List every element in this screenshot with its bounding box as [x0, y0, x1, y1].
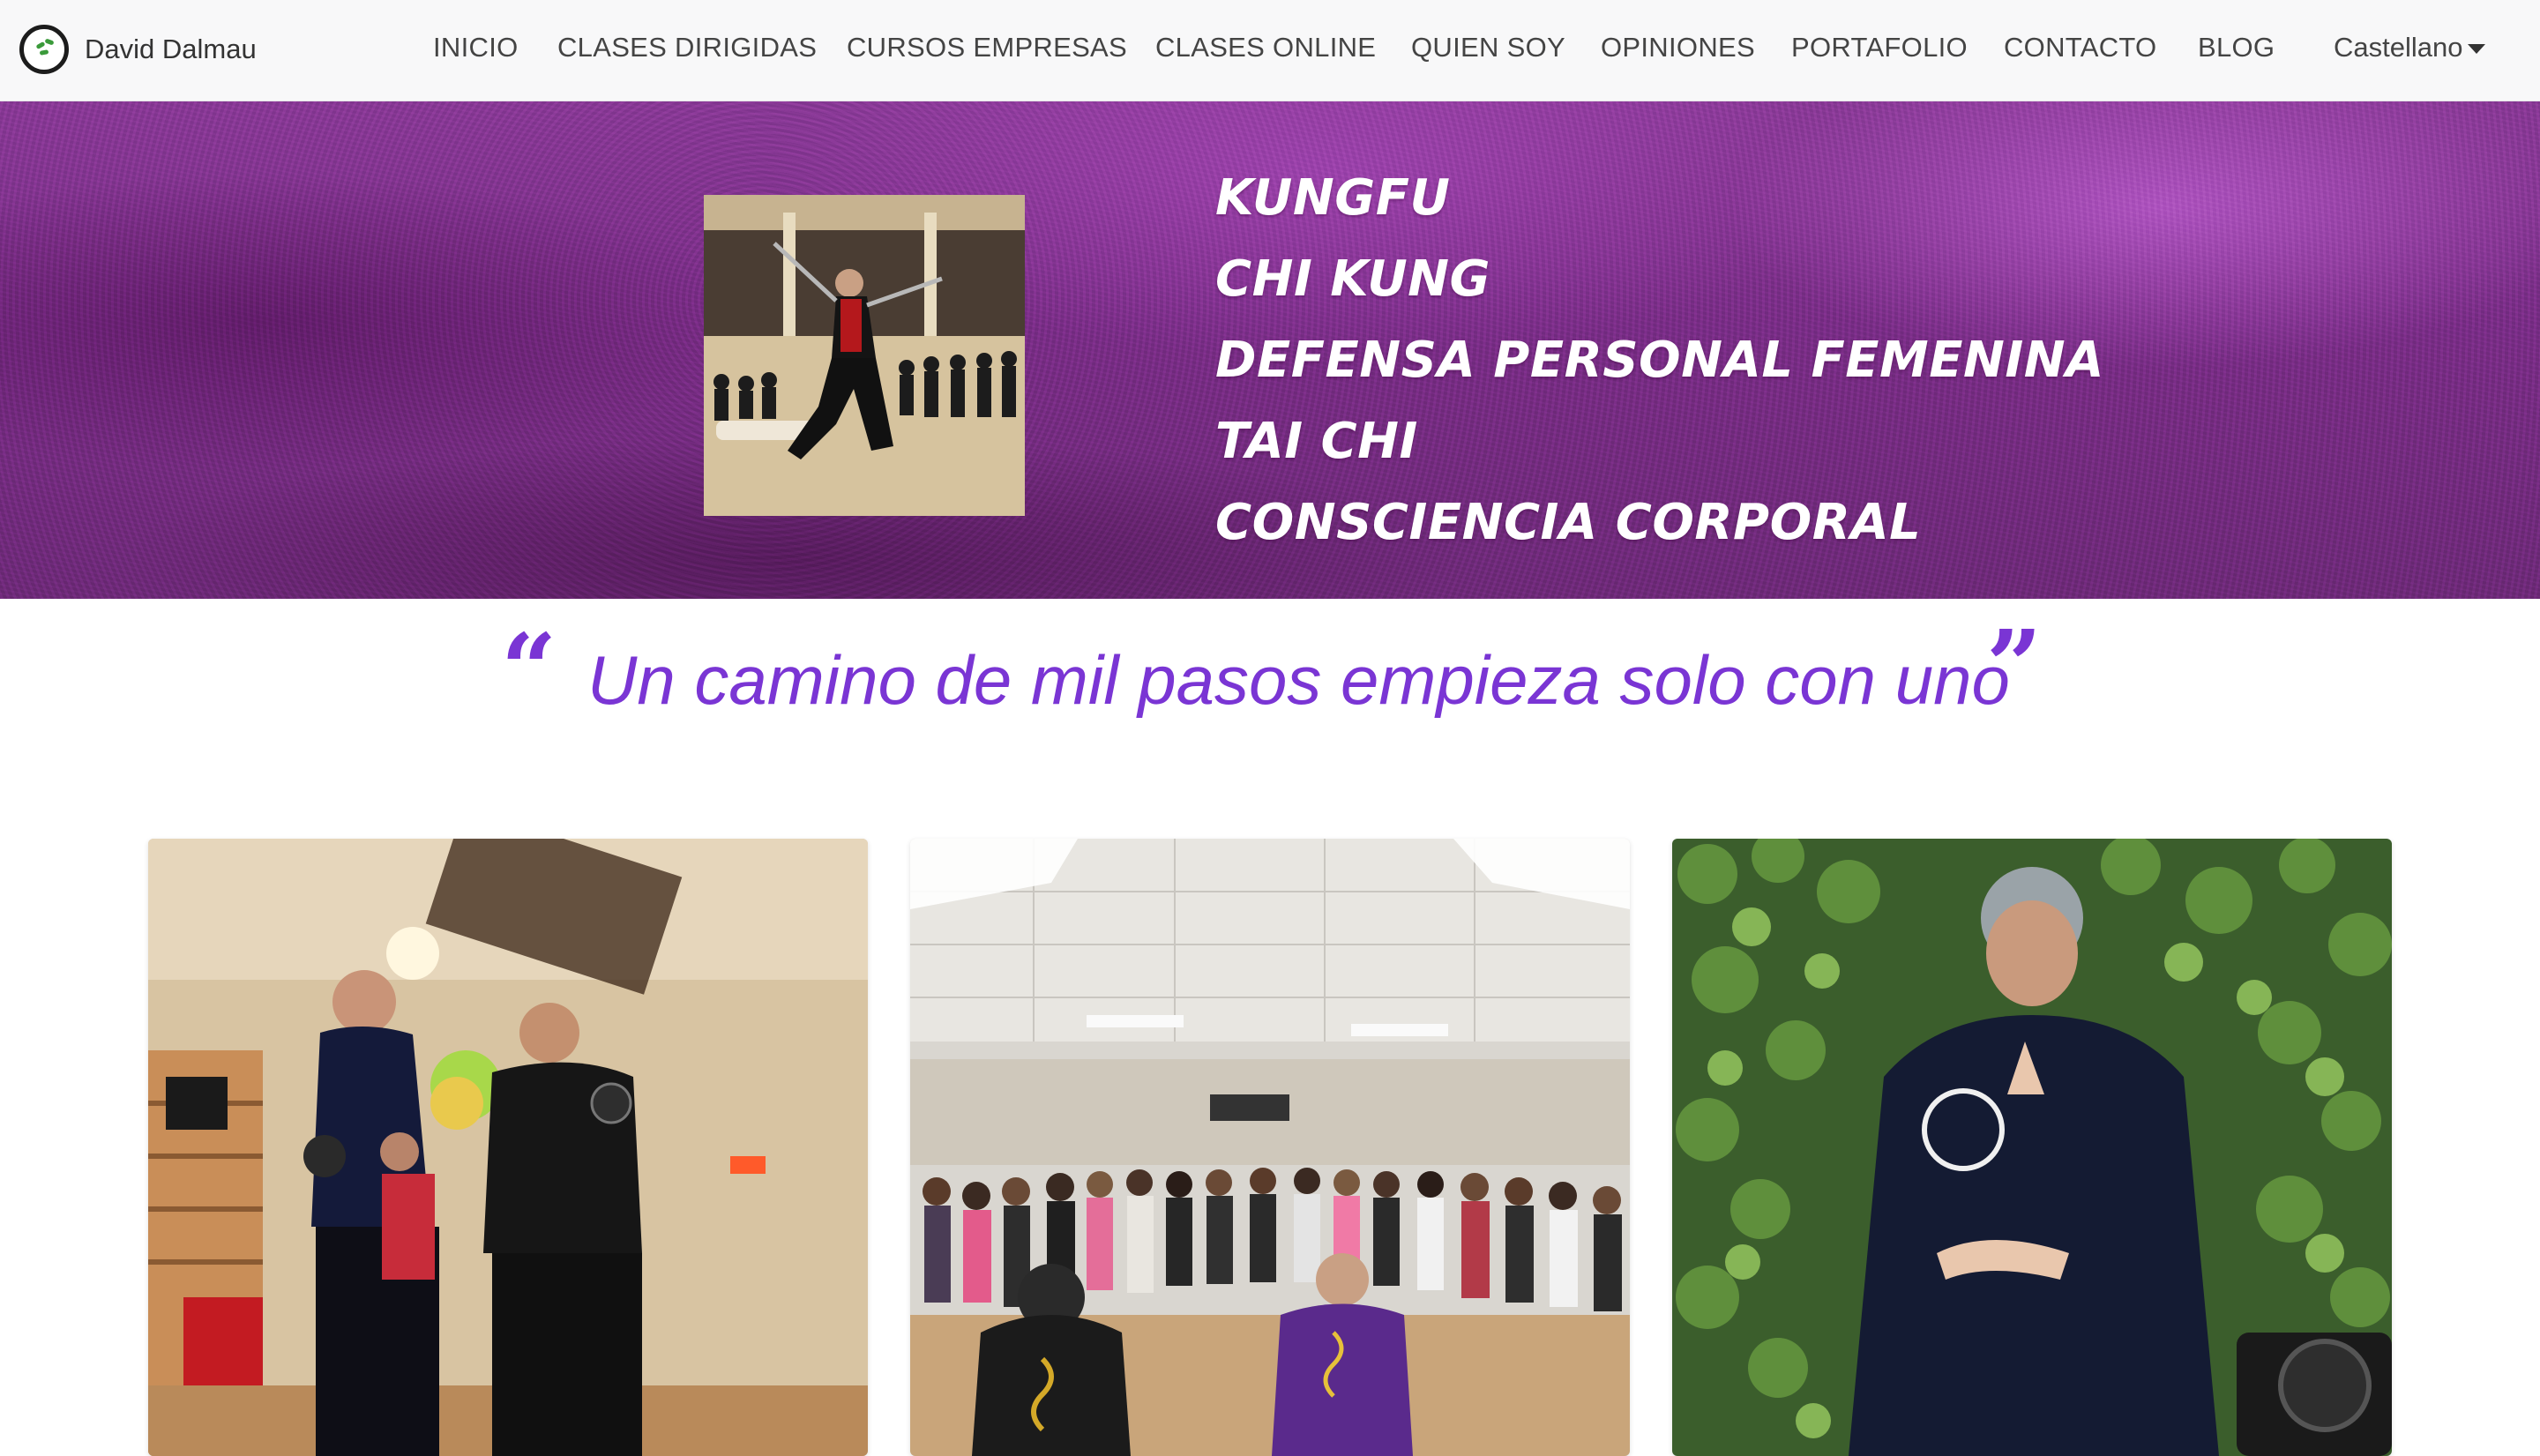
photo-card-tai-chi[interactable] — [1672, 839, 2392, 1456]
tai-chi-photo — [1672, 839, 2392, 1456]
quote-section: “ Un camino de mil pasos empieza solo co… — [0, 617, 2540, 723]
photo-card-kungfu-class[interactable] — [148, 839, 868, 1456]
martial-artist-photo-art — [704, 195, 1025, 516]
hero-martial-artist-photo — [704, 195, 1025, 516]
disciplines-list: KUNGFU CHI KUNG DEFENSA PERSONAL FEMENIN… — [1215, 158, 2104, 564]
kungfu-class-photo — [148, 839, 868, 1456]
discipline-kungfu: KUNGFU — [1215, 169, 1451, 227]
nav-item-clases-dirigidas[interactable]: CLASES DIRIGIDAS — [557, 32, 817, 63]
caret-down-icon — [2468, 44, 2486, 55]
nav-item-contacto[interactable]: CONTACTO — [2004, 32, 2156, 63]
nav-item-quien-soy[interactable]: QUIEN SOY — [1411, 32, 1565, 63]
language-label: Castellano — [2334, 32, 2463, 63]
nav-item-inicio[interactable]: INICIO — [433, 32, 519, 63]
nav-item-blog[interactable]: BLOG — [2198, 32, 2275, 63]
nav-item-clases-online[interactable]: CLASES ONLINE — [1155, 32, 1376, 63]
quote-text: Un camino de mil pasos empieza solo con … — [587, 641, 2010, 719]
navbar: David Dalmau INICIO CLASES DIRIGIDAS CUR… — [0, 0, 2540, 101]
group-class-photo — [910, 839, 1630, 1456]
close-quote-icon: ” — [1986, 609, 2043, 722]
main-nav: INICIO CLASES DIRIGIDAS CURSOS EMPRESAS … — [0, 0, 2540, 101]
discipline-defensa-personal: DEFENSA PERSONAL FEMENINA — [1215, 332, 2104, 389]
nav-item-portafolio[interactable]: PORTAFOLIO — [1791, 32, 1968, 63]
open-quote-icon: “ — [501, 612, 557, 726]
language-dropdown[interactable]: Castellano — [2334, 32, 2486, 63]
photo-card-group-class[interactable] — [910, 839, 1630, 1456]
discipline-tai-chi: TAI CHI — [1215, 413, 1418, 470]
hero-banner: KUNGFU CHI KUNG DEFENSA PERSONAL FEMENIN… — [0, 101, 2540, 599]
nav-item-opiniones[interactable]: OPINIONES — [1601, 32, 1755, 63]
discipline-chi-kung: CHI KUNG — [1215, 250, 1490, 308]
nav-item-cursos-empresas[interactable]: CURSOS EMPRESAS — [847, 32, 1127, 63]
discipline-consciencia-corporal: CONSCIENCIA CORPORAL — [1215, 494, 1922, 551]
